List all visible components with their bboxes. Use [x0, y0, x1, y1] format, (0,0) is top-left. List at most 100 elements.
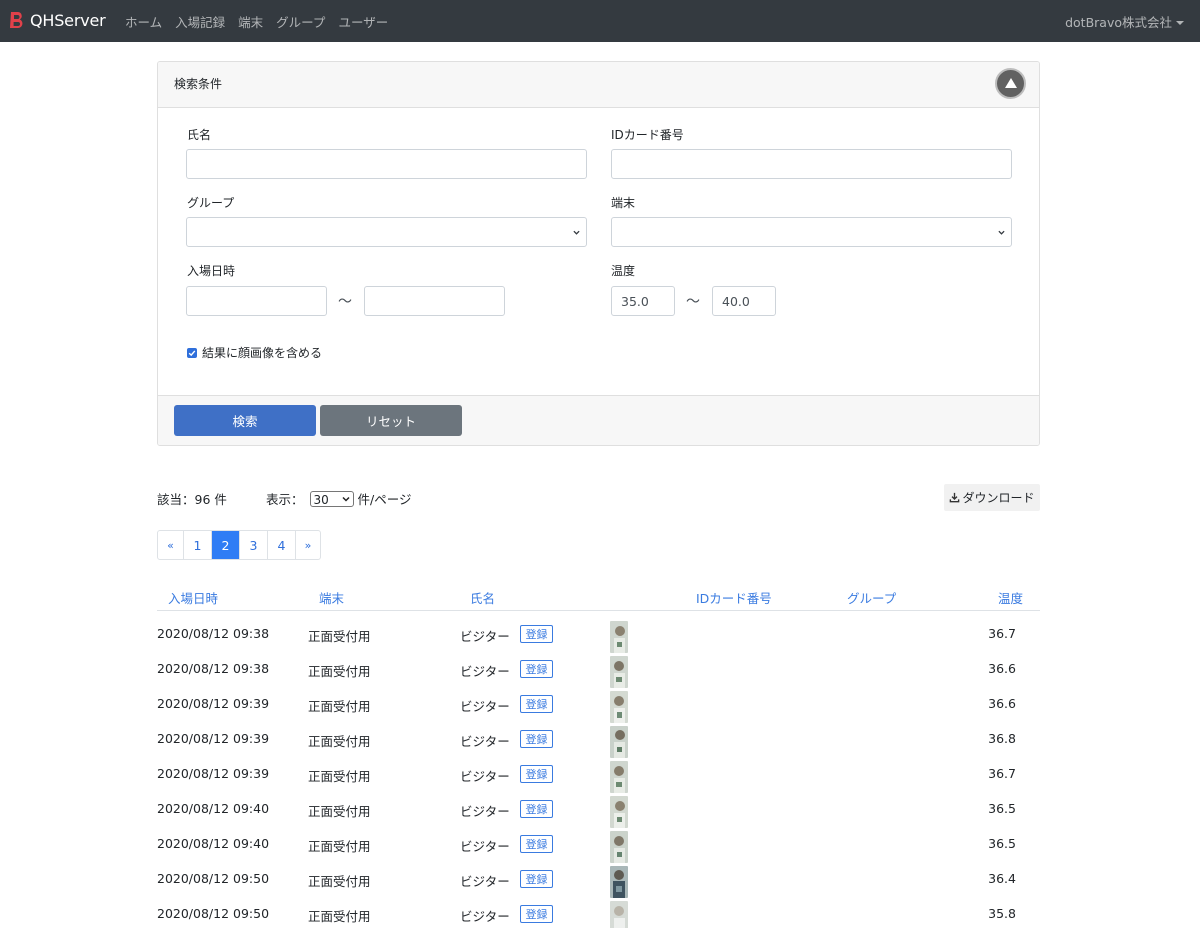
page-next[interactable]: »	[295, 531, 320, 559]
collapse-button[interactable]	[995, 68, 1026, 99]
idcard-label: IDカード番号	[611, 128, 684, 142]
per-page-label: 表示：	[266, 492, 304, 507]
cell-entry-datetime: 2020/08/12 09:50	[157, 871, 270, 886]
table-row: 2020/08/12 09:50 正面受付用 ビジター 登録 35.8	[157, 898, 1040, 928]
face-thumbnail-icon[interactable]	[610, 726, 628, 758]
cell-temperature: 36.5	[988, 836, 1016, 851]
cell-name: ビジター	[460, 629, 510, 644]
collapse-up-icon	[1004, 77, 1017, 88]
cell-entry-datetime: 2020/08/12 09:39	[157, 766, 270, 781]
register-button[interactable]: 登録	[520, 730, 553, 748]
cell-name: ビジター	[460, 664, 510, 679]
face-thumbnail-icon[interactable]	[610, 901, 628, 928]
page-1[interactable]: 1	[183, 531, 211, 559]
nav-entry-records[interactable]: 入場記録	[175, 12, 225, 31]
navbar: QHServer ホーム 入場記録 端末 グループ ユーザー dotBravo株…	[0, 0, 1200, 42]
column-temperature[interactable]: 温度	[998, 588, 1023, 607]
cell-terminal: 正面受付用	[308, 699, 371, 714]
table-row: 2020/08/12 09:39 正面受付用 ビジター 登録 36.7	[157, 758, 1040, 793]
chevron-down-icon	[573, 230, 580, 235]
search-card: 検索条件 氏名 IDカード番号 グループ 端末 入場日時 〜 温度 35.0 〜…	[157, 61, 1040, 446]
cell-terminal: 正面受付用	[308, 629, 371, 644]
register-button[interactable]: 登録	[520, 625, 553, 643]
entry-to-input[interactable]	[364, 286, 505, 316]
chevron-down-icon	[341, 496, 350, 502]
entry-datetime-label: 入場日時	[187, 264, 236, 278]
cell-terminal: 正面受付用	[308, 874, 371, 889]
temperature-to-input[interactable]: 40.0	[712, 286, 776, 316]
cell-entry-datetime: 2020/08/12 09:40	[157, 801, 270, 816]
cell-name: ビジター	[460, 874, 510, 889]
include-face-label: 結果に顔画像を含める	[202, 346, 323, 360]
column-name[interactable]: 氏名	[470, 588, 495, 607]
cell-entry-datetime: 2020/08/12 09:40	[157, 836, 270, 851]
temperature-label: 温度	[611, 264, 636, 278]
search-button[interactable]: 検索	[174, 405, 316, 436]
face-thumbnail-icon[interactable]	[610, 656, 628, 688]
nav-terminals[interactable]: 端末	[238, 12, 263, 31]
per-page-select[interactable]: 30	[309, 490, 354, 507]
table-header-divider	[157, 610, 1040, 611]
face-thumbnail-icon[interactable]	[610, 691, 628, 723]
cell-temperature: 36.6	[988, 696, 1016, 711]
cell-temperature: 36.5	[988, 801, 1016, 816]
download-icon	[950, 492, 960, 503]
page-4[interactable]: 4	[267, 531, 295, 559]
temperature-from-input[interactable]: 35.0	[611, 286, 675, 316]
entry-from-input[interactable]	[186, 286, 327, 316]
search-card-header: 検索条件	[158, 62, 1039, 108]
table-row: 2020/08/12 09:40 正面受付用 ビジター 登録 36.5	[157, 828, 1040, 863]
column-group[interactable]: グループ	[847, 588, 896, 607]
page-prev[interactable]: «	[158, 531, 183, 559]
caret-down-icon	[1176, 20, 1184, 25]
include-face-checkbox[interactable]	[187, 347, 197, 358]
cell-name: ビジター	[460, 734, 510, 749]
include-face-option: 結果に顔画像を含める	[187, 344, 322, 361]
cell-entry-datetime: 2020/08/12 09:38	[157, 626, 270, 641]
cell-name: ビジター	[460, 804, 510, 819]
page-3[interactable]: 3	[239, 531, 267, 559]
page-2[interactable]: 2	[211, 531, 239, 559]
name-label: 氏名	[187, 128, 212, 142]
cell-temperature: 36.7	[988, 766, 1016, 781]
result-count: 該当：96 件	[157, 492, 227, 507]
reset-button[interactable]: リセット	[320, 405, 462, 436]
name-input[interactable]	[186, 149, 587, 179]
face-thumbnail-icon[interactable]	[610, 866, 628, 898]
cell-terminal: 正面受付用	[308, 839, 371, 854]
register-button[interactable]: 登録	[520, 870, 553, 888]
face-thumbnail-icon[interactable]	[610, 796, 628, 828]
idcard-input[interactable]	[611, 149, 1012, 179]
per-page-control: 表示： 30 件/ページ	[266, 489, 411, 508]
column-entry-datetime[interactable]: 入場日時	[168, 588, 218, 607]
check-icon	[188, 349, 196, 356]
download-button[interactable]: ダウンロード	[944, 484, 1040, 511]
group-select[interactable]	[186, 217, 587, 247]
nav-home[interactable]: ホーム	[125, 12, 162, 31]
cell-name: ビジター	[460, 699, 510, 714]
face-thumbnail-icon[interactable]	[610, 761, 628, 793]
terminal-select[interactable]	[611, 217, 1012, 247]
register-button[interactable]: 登録	[520, 835, 553, 853]
column-terminal[interactable]: 端末	[319, 588, 344, 607]
nav-groups[interactable]: グループ	[276, 12, 325, 31]
face-thumbnail-icon[interactable]	[610, 621, 628, 653]
register-button[interactable]: 登録	[520, 765, 553, 783]
pagination: « 1 2 3 4 »	[157, 530, 321, 560]
register-button[interactable]: 登録	[520, 905, 553, 923]
table-row: 2020/08/12 09:38 正面受付用 ビジター 登録 36.6	[157, 653, 1040, 688]
cell-temperature: 36.7	[988, 626, 1016, 641]
register-button[interactable]: 登録	[520, 695, 553, 713]
cell-temperature: 36.6	[988, 661, 1016, 676]
column-idcard[interactable]: IDカード番号	[696, 588, 772, 607]
register-button[interactable]: 登録	[520, 800, 553, 818]
brand[interactable]: QHServer	[8, 9, 106, 31]
user-menu-label: dotBravo株式会社	[1065, 15, 1172, 30]
cell-name: ビジター	[460, 909, 510, 924]
face-thumbnail-icon[interactable]	[610, 831, 628, 863]
bravo-logo-icon	[10, 12, 23, 28]
register-button[interactable]: 登録	[520, 660, 553, 678]
brand-name: QHServer	[30, 10, 106, 30]
nav-users[interactable]: ユーザー	[338, 12, 388, 31]
user-menu[interactable]: dotBravo株式会社	[1065, 12, 1184, 31]
